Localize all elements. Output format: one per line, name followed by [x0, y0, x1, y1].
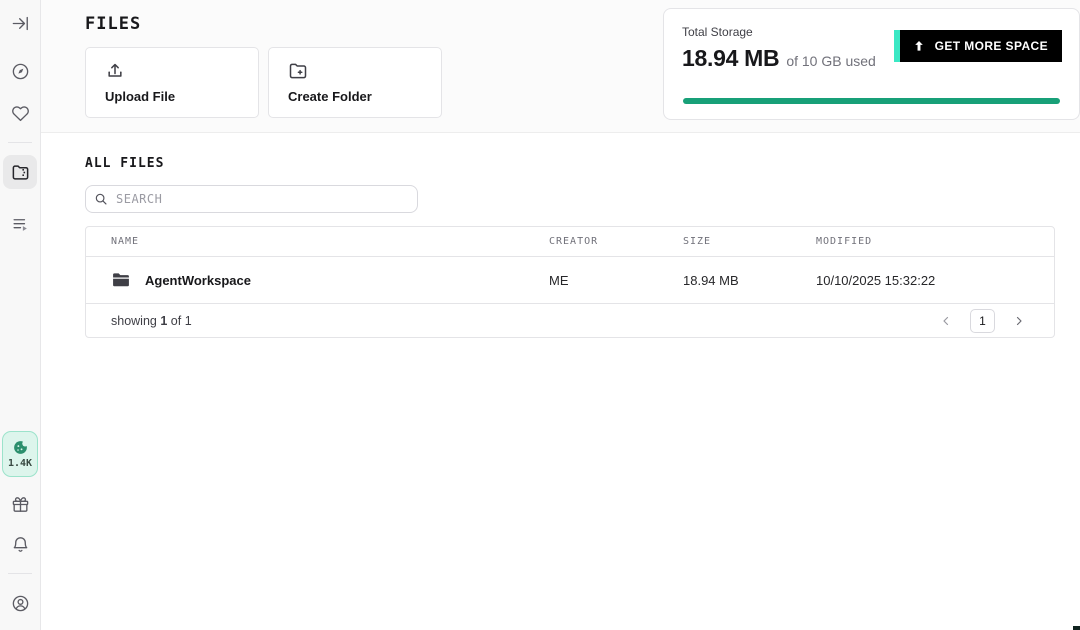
arrow-right-to-line-icon [11, 14, 30, 33]
table-footer: showing 1 of 1 1 [86, 304, 1054, 337]
table-row[interactable]: AgentWorkspace ME 18.94 MB 10/10/2025 15… [86, 257, 1054, 304]
upload-file-label: Upload File [105, 89, 239, 104]
sidebar-item-rewards[interactable] [3, 487, 37, 521]
showing-count: showing 1 of 1 [111, 314, 192, 328]
button-accent-stripe [894, 30, 900, 62]
sidebar-item-explore[interactable] [3, 54, 37, 88]
feed-list-icon [11, 215, 30, 234]
files-table: NAME CREATOR SIZE MODIFIED AgentWorkspac… [85, 226, 1055, 338]
heart-icon [11, 104, 30, 123]
create-folder-button[interactable]: Create Folder [268, 47, 442, 118]
storage-progress-bar [683, 98, 1060, 104]
corner-widget-artifact [1073, 626, 1080, 630]
storage-used-value: 18.94 MB [682, 45, 779, 72]
storage-suffix: of 10 GB used [786, 53, 876, 69]
storage-card: Total Storage 18.94 MB of 10 GB used GET… [663, 8, 1080, 120]
column-header-size: SIZE [683, 236, 816, 247]
table-header-row: NAME CREATOR SIZE MODIFIED [86, 227, 1054, 257]
credits-count: 1.4K [8, 458, 32, 469]
chevron-left-icon [940, 315, 952, 327]
get-more-space-button[interactable]: GET MORE SPACE [894, 30, 1062, 62]
folder-archive-icon [11, 163, 30, 182]
column-header-modified: MODIFIED [816, 236, 1029, 247]
cookie-icon [12, 439, 29, 456]
chevron-right-icon [1013, 315, 1025, 327]
user-circle-icon [11, 594, 30, 613]
column-header-name: NAME [111, 236, 549, 247]
file-size: 18.94 MB [683, 273, 816, 288]
sidebar-item-notifications[interactable] [3, 527, 37, 561]
get-more-space-label: GET MORE SPACE [935, 39, 1048, 53]
compass-icon [11, 62, 30, 81]
sidebar-divider [8, 142, 32, 143]
sidebar-item-account[interactable] [3, 586, 37, 620]
sidebar-divider [8, 573, 32, 574]
section-title: ALL FILES [85, 156, 1055, 171]
folder-icon [111, 270, 131, 290]
arrow-up-icon [912, 39, 935, 53]
credits-badge[interactable]: 1.4K [2, 431, 38, 477]
file-creator: ME [549, 273, 683, 288]
sidebar: 1.4K [0, 0, 41, 630]
upload-file-button[interactable]: Upload File [85, 47, 259, 118]
header-section: FILES Upload File Create Folder Total St… [41, 0, 1080, 133]
next-page-button[interactable] [1009, 311, 1029, 331]
file-modified: 10/10/2025 15:32:22 [816, 273, 1029, 288]
collapse-sidebar-button[interactable] [3, 6, 37, 40]
pagination: 1 [936, 309, 1029, 333]
previous-page-button[interactable] [936, 311, 956, 331]
bell-icon [11, 535, 30, 554]
sidebar-item-files[interactable] [3, 155, 37, 189]
column-header-creator: CREATOR [549, 236, 683, 247]
search-input[interactable] [85, 185, 418, 213]
sidebar-item-activity[interactable] [3, 207, 37, 241]
all-files-section: ALL FILES NAME CREATOR SIZE MODIFIED [41, 133, 1080, 338]
upload-icon [105, 61, 239, 81]
folder-plus-icon [288, 61, 422, 81]
create-folder-label: Create Folder [288, 89, 422, 104]
page-number-button[interactable]: 1 [970, 309, 995, 333]
gift-icon [11, 495, 30, 514]
sidebar-item-favorites[interactable] [3, 96, 37, 130]
app-window: 1.4K FILES [0, 0, 1080, 630]
main-content: FILES Upload File Create Folder Total St… [41, 0, 1080, 630]
file-name: AgentWorkspace [145, 273, 251, 288]
